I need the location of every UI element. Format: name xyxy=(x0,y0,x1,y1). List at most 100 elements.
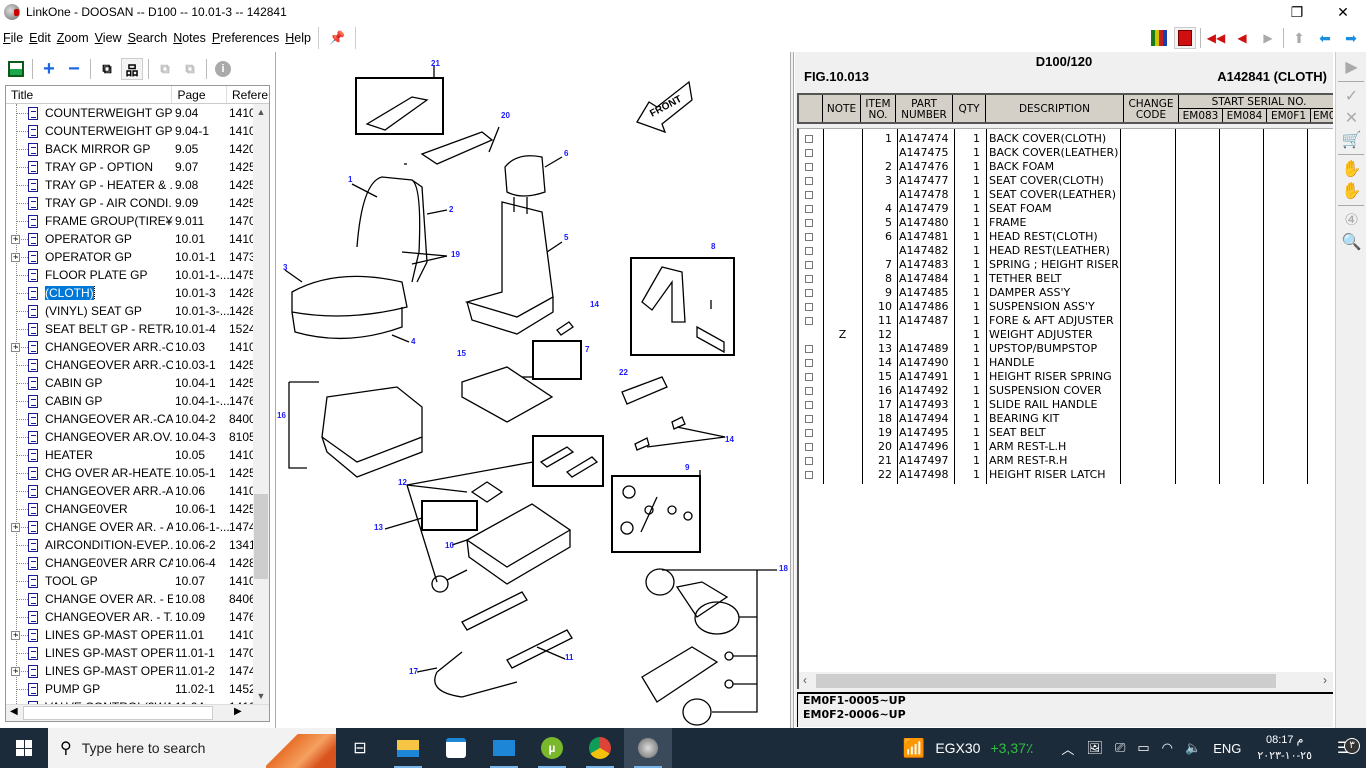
parts-row[interactable]: Z 12 1 WEIGHT ADJUSTER xyxy=(799,328,1333,342)
tree-item[interactable]: CHANGEOVER ARR.-AI... 10.06 1410 xyxy=(6,482,269,500)
tree-item[interactable]: PUMP GP 11.02-1 1452 xyxy=(6,680,269,698)
start-button[interactable] xyxy=(0,728,48,768)
select-checkbox[interactable] xyxy=(805,149,813,157)
parts-row[interactable]: 15 A147491 1 HEIGHT RISER SPRING xyxy=(799,370,1333,384)
first-page-button[interactable]: ◀◀ xyxy=(1205,27,1227,49)
tree-item[interactable]: COUNTERWEIGHT GP(... 9.04-1 1410 xyxy=(6,122,269,140)
part-number-cell[interactable]: A147483 xyxy=(899,258,949,272)
next-page-button[interactable]: ▶ xyxy=(1257,27,1279,49)
wifi-button[interactable]: ◠ xyxy=(1156,740,1179,756)
parts-row[interactable]: A147478 1 SEAT COVER(LEATHER) xyxy=(799,188,1333,202)
part-number-cell[interactable]: A147480 xyxy=(899,216,949,230)
part-number-cell[interactable]: A147496 xyxy=(899,440,949,454)
select-checkbox[interactable] xyxy=(805,317,813,325)
callout-label[interactable]: 4 xyxy=(411,337,416,346)
delete-button[interactable]: ✕ xyxy=(1336,107,1366,129)
parts-row[interactable]: 8 A147484 1 TETHER BELT xyxy=(799,272,1333,286)
select-checkbox[interactable] xyxy=(805,177,813,185)
pane-splitter[interactable] xyxy=(790,52,794,728)
callout-label[interactable]: 12 xyxy=(398,478,407,487)
column-header-part-number[interactable]: PART NUMBER xyxy=(896,95,953,122)
tree-item[interactable]: CHANGEOVER AR.-CA... 10.04-2 8400 xyxy=(6,410,269,428)
tree-item[interactable]: + LINES GP-MAST OPER... 11.01 1410 xyxy=(6,626,269,644)
callout-label[interactable]: 9 xyxy=(685,463,690,472)
column-header-title[interactable]: Title xyxy=(6,86,173,103)
callout-label[interactable]: 8 xyxy=(711,242,716,251)
utorrent-button[interactable]: µ xyxy=(528,728,576,768)
part-number-cell[interactable]: A147495 xyxy=(899,426,949,440)
select-checkbox[interactable] xyxy=(805,471,813,479)
tree-view-button[interactable]: 品 xyxy=(121,58,143,80)
tree-item[interactable]: CHANGE0VER ARR CA... 10.06-4 1428 xyxy=(6,554,269,572)
tree-item[interactable]: CHANGE OVER AR. - E... 10.08 8406 xyxy=(6,590,269,608)
parts-row[interactable]: 17 A147493 1 SLIDE RAIL HANDLE xyxy=(799,398,1333,412)
parts-row[interactable]: 18 A147494 1 BEARING KIT xyxy=(799,412,1333,426)
battery-button[interactable]: ▭ xyxy=(1131,740,1155,756)
tree-item[interactable]: (CLOTH) 10.01-3 1428 xyxy=(6,284,269,302)
show-hidden-icons-button[interactable]: ︿ xyxy=(1055,739,1080,758)
callout-label[interactable]: 3 xyxy=(283,263,288,272)
callout-label[interactable]: 22 xyxy=(619,368,628,377)
parts-row[interactable]: 20 A147496 1 ARM REST-L.H xyxy=(799,440,1333,454)
tree-item[interactable]: CABIN GP 10.04-1-... 1476 xyxy=(6,392,269,410)
parts-row[interactable]: 5 A147480 1 FRAME xyxy=(799,216,1333,230)
parts-row[interactable]: A147482 1 HEAD REST(LEATHER) xyxy=(799,244,1333,258)
select-checkbox[interactable] xyxy=(805,205,813,213)
menu-zoom[interactable]: Zoom xyxy=(54,31,92,45)
select-checkbox[interactable] xyxy=(805,345,813,353)
select-checkbox[interactable] xyxy=(805,219,813,227)
callout-label[interactable]: 11 xyxy=(565,653,574,662)
callout-label[interactable]: 1 xyxy=(348,175,353,184)
scroll-left-icon[interactable]: ‹ xyxy=(803,672,807,689)
callout-label[interactable]: 13 xyxy=(374,523,383,532)
tree-item[interactable]: + CHANGE OVER AR. - A... 10.06-1-... 1474 xyxy=(6,518,269,536)
books-button[interactable] xyxy=(1148,27,1170,49)
callout-label[interactable]: 21 xyxy=(431,59,440,68)
volume-button[interactable]: 🔈 xyxy=(1179,740,1207,756)
notification-center-button[interactable]: ☰ ٣ xyxy=(1322,738,1366,758)
copy-disabled-button[interactable]: ⧉ xyxy=(154,58,176,80)
parts-row[interactable]: 4 A147479 1 SEAT FOAM xyxy=(799,202,1333,216)
column-header-reference[interactable]: Refere. xyxy=(227,86,269,103)
callout-label[interactable]: 6 xyxy=(564,149,569,158)
info-button[interactable]: i xyxy=(212,58,234,80)
part-number-cell[interactable]: A147481 xyxy=(899,230,949,244)
mail-button[interactable] xyxy=(480,728,528,768)
copy-button[interactable]: ⧉ xyxy=(96,58,118,80)
select-checkbox[interactable] xyxy=(805,247,813,255)
callout-label[interactable]: 18 xyxy=(779,564,788,573)
tree-item[interactable]: CHANGE0VER 10.06-1 1425 xyxy=(6,500,269,518)
callout-label[interactable]: 15 xyxy=(457,349,466,358)
menu-file[interactable]: File xyxy=(0,31,26,45)
callout-label[interactable]: 14 xyxy=(725,435,734,444)
collapse-button[interactable]: − xyxy=(63,58,85,80)
select-checkbox[interactable] xyxy=(805,457,813,465)
part-number-cell[interactable]: A147485 xyxy=(899,286,949,300)
part-number-cell[interactable]: A147482 xyxy=(899,244,949,258)
tree-item[interactable]: CABIN GP 10.04-1 1425 xyxy=(6,374,269,392)
tree-item[interactable]: + LINES GP-MAST OPER... 11.01-2 1474 xyxy=(6,662,269,680)
exploded-parts-drawing[interactable]: 1 2 3 4 5 6 7 8 9 10 11 12 13 14 14 15 16 17 18 19 20 21 22 FRO… xyxy=(277,52,789,726)
callout-label[interactable]: 7 xyxy=(585,345,590,354)
column-header-serial-em0f1[interactable]: EM0F1 xyxy=(1267,109,1311,122)
up-button[interactable]: ⬆ xyxy=(1288,27,1310,49)
part-number-cell[interactable]: A147486 xyxy=(899,300,949,314)
clock[interactable]: 08:17 م ٢٥-١٠-٢٠٢٣ xyxy=(1247,732,1322,764)
part-number-cell[interactable]: A147478 xyxy=(899,188,949,202)
column-header-serial-em0[interactable]: EM0 xyxy=(1311,109,1333,122)
callout-label[interactable]: 5 xyxy=(564,233,569,242)
callout-label[interactable]: 16 xyxy=(277,411,286,420)
tree-item[interactable]: + OPERATOR GP 10.01 1410 xyxy=(6,230,269,248)
tree-item[interactable]: TRAY GP - AIR CONDI... 9.09 1425 xyxy=(6,194,269,212)
linkone-taskbar-button[interactable] xyxy=(624,728,672,768)
callout-label[interactable]: 19 xyxy=(451,250,460,259)
parts-row[interactable]: 21 A147497 1 ARM REST-R.H xyxy=(799,454,1333,468)
menu-edit[interactable]: Edit xyxy=(26,31,54,45)
menu-view[interactable]: View xyxy=(92,31,125,45)
language-indicator[interactable]: ENG xyxy=(1207,741,1247,756)
select-checkbox[interactable] xyxy=(805,163,813,171)
store-button[interactable] xyxy=(432,728,480,768)
back-button[interactable]: ⬅ xyxy=(1314,27,1336,49)
tree-horizontal-scrollbar[interactable]: ◀ ▶ xyxy=(6,704,269,721)
restore-button[interactable]: ❐ xyxy=(1274,0,1320,24)
